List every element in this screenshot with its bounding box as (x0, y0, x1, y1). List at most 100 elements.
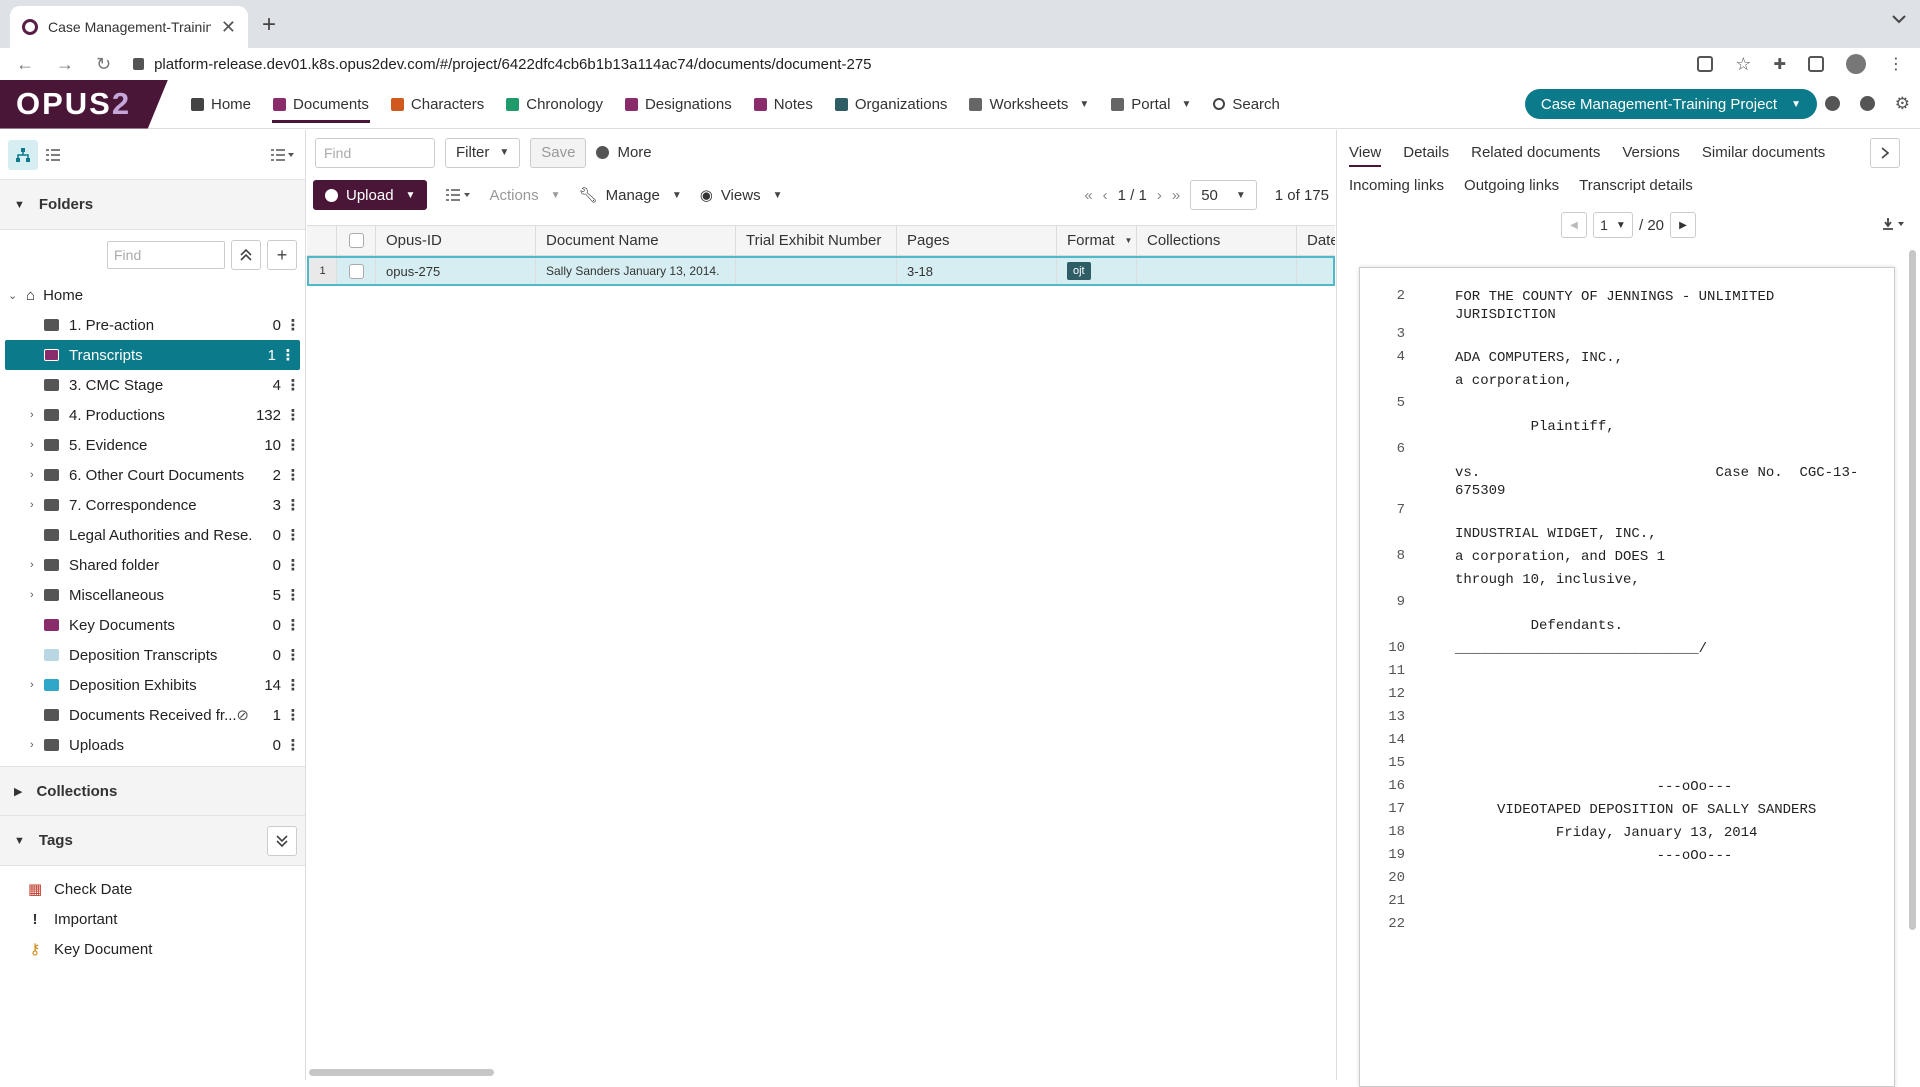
manage-menu[interactable]: 🔧︎ Manage ▼ (579, 186, 682, 205)
next-page-button[interactable]: ▶ (1670, 212, 1697, 238)
col-format[interactable]: Format ▼ (1057, 226, 1137, 255)
line-text[interactable]: INDUSTRIAL WIDGET, INC., (1455, 525, 1864, 543)
tab-incoming-links[interactable]: Incoming links (1349, 177, 1444, 194)
list-view-button[interactable] (38, 140, 68, 170)
row-checkbox[interactable] (348, 263, 364, 279)
actions-menu[interactable]: Actions ▼ (489, 187, 560, 204)
folder-item[interactable]: › 4. Productions 132 ⋮ (0, 400, 305, 430)
project-selector[interactable]: Case Management-Training Project ▼ (1524, 89, 1817, 119)
bookmark-star-icon[interactable]: ☆ (1735, 54, 1751, 75)
folder-item[interactable]: Legal Authorities and Rese... 0 ⋮ (0, 520, 305, 550)
col-trial-exhibit[interactable]: Trial Exhibit Number (736, 226, 897, 255)
nav-portal[interactable]: Portal ▼ (1100, 80, 1202, 129)
folder-item[interactable]: › Miscellaneous 5 ⋮ (0, 580, 305, 610)
line-text[interactable]: FOR THE COUNTY OF JENNINGS - UNLIMITED J… (1455, 288, 1864, 324)
prev-page-button[interactable]: ◀ (1560, 212, 1587, 238)
sidepanel-icon[interactable] (1808, 56, 1824, 72)
folder-item[interactable]: › Shared folder 0 ⋮ (0, 550, 305, 580)
more-vertical-icon[interactable]: ⋮ (281, 316, 305, 334)
cell-date[interactable] (1297, 258, 1333, 284)
line-text[interactable]: _____________________________/ (1455, 640, 1864, 658)
tag-item[interactable]: ! Important (0, 904, 305, 934)
column-layout-button[interactable] (445, 188, 471, 202)
tab-view[interactable]: View (1349, 144, 1382, 167)
profile-avatar-icon[interactable] (1846, 54, 1866, 74)
line-text[interactable]: ---oOo--- (1455, 847, 1864, 865)
folder-item[interactable]: › 7. Correspondence 3 ⋮ (0, 490, 305, 520)
save-button[interactable]: Save (530, 137, 587, 168)
folder-item[interactable]: Deposition Transcripts 0 ⋮ (0, 640, 305, 670)
first-page-icon[interactable]: « (1084, 187, 1092, 204)
more-button[interactable]: More (596, 144, 652, 161)
nav-search[interactable]: Search (1202, 80, 1291, 129)
nav-designations[interactable]: Designations (614, 80, 743, 129)
nav-organizations[interactable]: Organizations (824, 80, 959, 129)
folder-find-input[interactable]: Find (107, 241, 225, 269)
select-all-checkbox[interactable] (348, 233, 364, 248)
line-text[interactable]: a corporation, (1455, 372, 1864, 390)
tab-details[interactable]: Details (1403, 144, 1449, 161)
tab-related-documents[interactable]: Related documents (1471, 144, 1600, 161)
forward-icon[interactable]: → (56, 54, 74, 75)
close-tab-icon[interactable]: ✕ (221, 17, 236, 38)
line-text[interactable]: Defendants. (1455, 617, 1864, 635)
col-opus-id[interactable]: Opus-ID (376, 226, 536, 255)
tree-home[interactable]: ⌄ ⌂ Home (0, 280, 305, 310)
line-text[interactable]: through 10, inclusive, (1455, 571, 1864, 589)
tag-item[interactable]: ▦ Check Date (0, 874, 305, 904)
more-vertical-icon[interactable]: ⋮ (276, 346, 300, 364)
folder-expand-icon[interactable]: › (30, 679, 44, 691)
folder-expand-icon[interactable]: › (30, 439, 44, 451)
horizontal-scrollbar[interactable] (309, 1069, 494, 1076)
back-icon[interactable]: ← (16, 54, 34, 75)
new-tab-button[interactable]: + (262, 11, 276, 39)
line-text[interactable]: vs. Case No. CGC-13- 675309 (1455, 464, 1864, 500)
col-pages[interactable]: Pages (897, 226, 1057, 255)
nav-notes[interactable]: Notes (743, 80, 824, 129)
folder-expand-icon[interactable]: › (30, 499, 44, 511)
folder-item[interactable]: › Deposition Exhibits 14 ⋮ (0, 670, 305, 700)
folder-expand-icon[interactable]: › (30, 409, 44, 421)
cell-pages[interactable]: 3-18 (897, 258, 1057, 284)
more-vertical-icon[interactable]: ⋮ (281, 586, 305, 604)
address-bar[interactable]: platform-release.dev01.k8s.opus2dev.com/… (133, 49, 1675, 79)
line-text[interactable]: a corporation, and DOES 1 (1455, 548, 1864, 566)
more-vertical-icon[interactable]: ⋮ (281, 646, 305, 664)
folder-expand-icon[interactable]: › (30, 739, 44, 751)
extensions-icon[interactable]: ✚ (1773, 55, 1786, 73)
more-vertical-icon[interactable]: ⋮ (281, 496, 305, 514)
add-folder-button[interactable]: + (267, 240, 297, 270)
page-size-select[interactable]: 50 ▼ (1190, 180, 1257, 210)
vertical-scrollbar[interactable] (1909, 250, 1916, 930)
more-vertical-icon[interactable]: ⋮ (281, 706, 305, 724)
table-row[interactable]: 1 opus-275 Sally Sanders January 13, 201… (307, 256, 1335, 286)
folder-expand-icon[interactable]: › (30, 589, 44, 601)
line-text[interactable]: ---oOo--- (1455, 778, 1864, 796)
folder-item[interactable]: › 6. Other Court Documents 2 ⋮ (0, 460, 305, 490)
tab-search-chevron-icon[interactable] (1892, 14, 1906, 24)
browser-tab[interactable]: Case Management-Training Pr ✕ (10, 6, 248, 48)
tag-item[interactable]: ⚷ Key Document (0, 934, 305, 964)
page-select[interactable]: 1 ▼ (1592, 212, 1633, 238)
more-vertical-icon[interactable]: ⋮ (281, 556, 305, 574)
last-page-icon[interactable]: » (1172, 187, 1180, 204)
collapse-tags-button[interactable] (267, 825, 297, 856)
cell-collections[interactable] (1137, 258, 1297, 284)
more-vertical-icon[interactable]: ⋮ (281, 406, 305, 424)
download-button[interactable] (1882, 217, 1906, 231)
folder-item[interactable]: 1. Pre-action 0 ⋮ (0, 310, 305, 340)
tab-versions[interactable]: Versions (1622, 144, 1680, 161)
folder-item[interactable]: Documents Received fr... ⊘ 1 ⋮ (0, 700, 305, 730)
nav-home[interactable]: Home (180, 80, 262, 129)
line-text[interactable]: ADA COMPUTERS, INC., (1455, 349, 1864, 367)
collapse-all-button[interactable] (231, 240, 261, 270)
nav-characters[interactable]: Characters (380, 80, 495, 129)
folder-item[interactable]: Transcripts 1 ⋮ (5, 340, 300, 370)
next-page-icon[interactable]: › (1157, 187, 1162, 204)
opus2-logo[interactable]: OPUS2 (0, 79, 168, 129)
folder-item[interactable]: › Uploads 0 ⋮ (0, 730, 305, 760)
document-find-input[interactable]: Find (315, 137, 435, 168)
tab-transcript-details[interactable]: Transcript details (1579, 177, 1693, 194)
reload-icon[interactable]: ↻ (96, 54, 111, 75)
col-document-name[interactable]: Document Name (536, 226, 736, 255)
